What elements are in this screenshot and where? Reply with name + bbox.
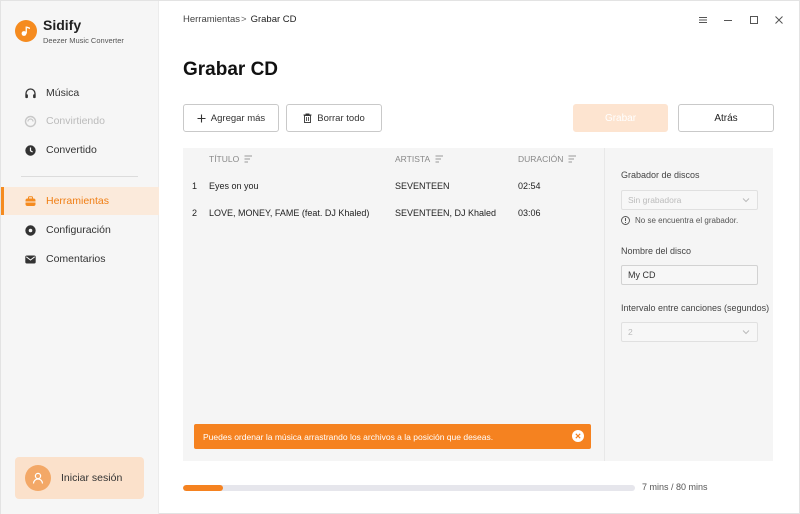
minimize-icon[interactable] (720, 12, 736, 28)
burner-warning: No se encuentra el grabador. (621, 216, 738, 225)
breadcrumb: Herramientas > Grabar CD (183, 14, 297, 25)
sort-icon[interactable] (568, 155, 577, 163)
interval-select-value: 2 (628, 327, 633, 337)
headphones-icon (23, 86, 37, 100)
page-title: Grabar CD (183, 59, 279, 80)
burn-label: Grabar (604, 112, 637, 124)
add-more-label: Agregar más (210, 112, 266, 124)
app-name: Sidify (43, 17, 82, 33)
sidebar-item-label: Comentarios (46, 253, 106, 265)
plus-icon (197, 114, 206, 123)
column-header-duration[interactable]: DURACIÓN (518, 154, 577, 164)
info-circle-icon (621, 216, 630, 225)
maximize-icon[interactable] (746, 12, 762, 28)
chevron-down-icon (742, 328, 750, 338)
sidebar-item-configuracion[interactable]: Configuración (1, 216, 159, 244)
burn-settings-panel: Grabador de discos Sin grabadora No se e… (604, 148, 773, 461)
sidebar-divider (21, 176, 138, 177)
sidebar-item-convirtiendo[interactable]: Convirtiendo (1, 107, 159, 135)
close-icon[interactable] (771, 12, 787, 28)
row-number: 1 (192, 181, 198, 191)
back-button[interactable]: Atrás (678, 104, 774, 132)
capacity-text: 7 mins / 80 mins (642, 482, 708, 492)
add-more-button[interactable]: Agregar más (183, 104, 279, 132)
mail-icon (23, 252, 37, 266)
clear-all-button[interactable]: Borrar todo (286, 104, 382, 132)
toast-message: Puedes ordenar la música arrastrando los… (203, 431, 494, 442)
column-header-title[interactable]: TÍTULO (209, 154, 253, 164)
interval-select[interactable]: 2 (621, 322, 758, 342)
clock-icon (23, 143, 37, 157)
interval-label: Intervalo entre canciones (segundos) (621, 303, 770, 313)
sort-icon[interactable] (435, 155, 444, 163)
gear-icon (23, 223, 37, 237)
disc-name-label: Nombre del disco (621, 246, 692, 256)
sidebar-item-musica[interactable]: Música (1, 79, 159, 107)
burner-label: Grabador de discos (621, 170, 700, 180)
row-duration: 03:06 (518, 208, 541, 218)
burner-select-value: Sin grabadora (628, 195, 682, 205)
row-number: 2 (192, 208, 198, 218)
sidebar-item-convertido[interactable]: Convertido (1, 136, 159, 164)
sidebar-item-label: Música (46, 87, 80, 99)
app-window: Sidify Deezer Music Converter Música Con… (0, 0, 800, 514)
app-subtitle: Deezer Music Converter (43, 36, 124, 45)
trash-icon (303, 113, 312, 123)
table-row[interactable]: 1 Eyes on you SEVENTEEN 02:54 (183, 177, 604, 197)
clear-all-label: Borrar todo (317, 112, 365, 124)
burner-select[interactable]: Sin grabadora (621, 190, 758, 210)
sidebar-item-label: Convertido (46, 144, 97, 156)
track-table: TÍTULO ARTISTA DURACIÓN 1 Eyes on you SE… (183, 148, 604, 461)
sync-icon (23, 114, 37, 128)
burn-button[interactable]: Grabar (573, 104, 668, 132)
menu-icon[interactable] (695, 12, 711, 28)
music-note-logo-icon (15, 20, 37, 42)
toolbox-icon (23, 194, 37, 208)
sidebar-item-label: Configuración (46, 224, 111, 236)
login-label: Iniciar sesión (61, 472, 123, 484)
sidebar-item-herramientas[interactable]: Herramientas (1, 187, 159, 215)
row-artist: SEVENTEEN (395, 181, 450, 191)
login-button[interactable]: Iniciar sesión (15, 457, 144, 499)
breadcrumb-parent[interactable]: Herramientas (183, 14, 240, 25)
breadcrumb-current: Grabar CD (250, 14, 297, 25)
sidebar-item-comentarios[interactable]: Comentarios (1, 245, 159, 273)
back-label: Atrás (714, 112, 738, 124)
breadcrumb-separator: > (241, 14, 247, 25)
sidebar-item-label: Convirtiendo (46, 115, 105, 127)
sidebar-item-label: Herramientas (46, 195, 110, 207)
row-title: LOVE, MONEY, FAME (feat. DJ Khaled) (209, 208, 370, 218)
capacity-progress-bar (183, 485, 635, 491)
brand: Sidify Deezer Music Converter (15, 17, 124, 45)
sort-icon[interactable] (244, 155, 253, 163)
disc-name-input[interactable] (621, 265, 758, 285)
toast-close-icon[interactable] (572, 430, 584, 442)
table-row[interactable]: 2 LOVE, MONEY, FAME (feat. DJ Khaled) SE… (183, 204, 604, 224)
info-toast: Puedes ordenar la música arrastrando los… (194, 424, 591, 449)
user-avatar-icon (25, 465, 51, 491)
row-duration: 02:54 (518, 181, 541, 191)
row-artist: SEVENTEEN, DJ Khaled (395, 208, 497, 218)
capacity-progress-fill (183, 485, 223, 491)
row-title: Eyes on you (209, 181, 259, 191)
burner-warning-text: No se encuentra el grabador. (635, 216, 739, 225)
sidebar: Sidify Deezer Music Converter Música Con… (1, 1, 159, 514)
column-header-artist[interactable]: ARTISTA (395, 154, 444, 164)
chevron-down-icon (742, 196, 750, 206)
